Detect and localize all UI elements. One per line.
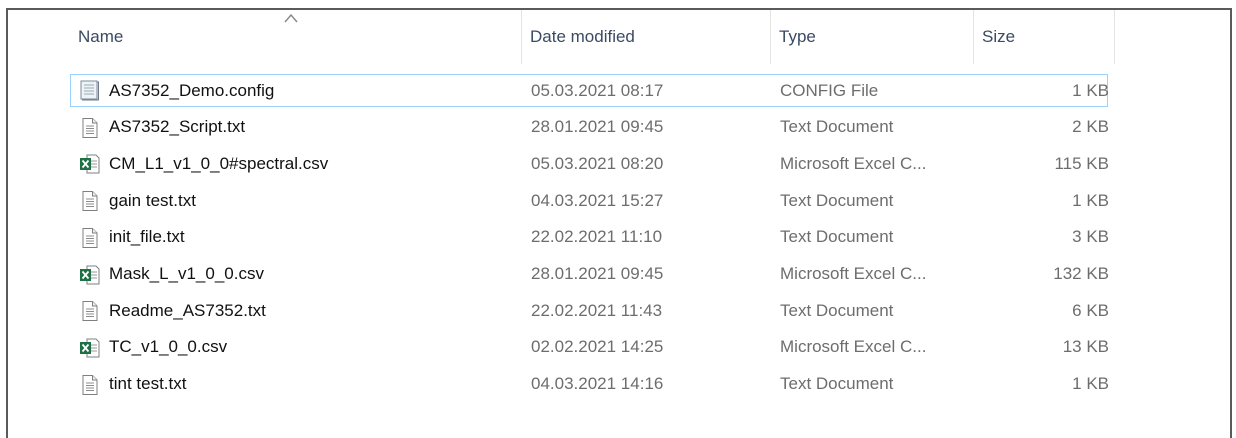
text-document-icon: [79, 374, 101, 396]
file-size: 115 KB: [1054, 153, 1109, 173]
file-date-modified: 22.02.2021 11:43: [531, 300, 663, 320]
text-document-icon: [79, 300, 101, 322]
column-header-type[interactable]: Type: [771, 10, 974, 64]
file-size: 1 KB: [1072, 190, 1109, 210]
file-type: Microsoft Excel C...: [780, 153, 927, 173]
file-date-modified: 04.03.2021 15:27: [531, 190, 664, 210]
file-type: Text Document: [780, 374, 894, 394]
excel-csv-icon: [79, 264, 101, 286]
text-document-icon: [79, 190, 101, 212]
file-row[interactable]: Readme_AS7352.txt 22.02.2021 11:43 Text Do…: [70, 294, 1109, 327]
file-row[interactable]: AS7352_Script.txt 28.01.2021 09:45 Text Do…: [70, 111, 1109, 144]
file-list-pane: Name Date modified Type Size AS7352_Demo…: [6, 8, 1232, 438]
config-file-icon: [79, 80, 101, 102]
file-row[interactable]: TC_v1_0_0.csv 02.02.2021 14:25 Microsoft E…: [70, 331, 1109, 364]
file-date-modified: 28.01.2021 09:45: [531, 264, 664, 283]
file-type: Text Document: [780, 227, 894, 247]
column-header-type-label: Type: [779, 27, 816, 46]
file-type: Text Document: [780, 117, 894, 137]
file-size: 132 KB: [1053, 264, 1109, 283]
file-row[interactable]: gain test.txt 04.03.2021 15:27 Text Docume…: [70, 184, 1109, 217]
excel-csv-icon: [79, 153, 101, 175]
file-row[interactable]: init_file.txt 22.02.2021 11:10 Text Docume…: [70, 221, 1109, 254]
file-name: AS7352_Script.txt: [109, 117, 246, 137]
file-size: 6 KB: [1072, 300, 1109, 320]
excel-csv-icon: [79, 337, 101, 359]
file-size: 13 KB: [1062, 337, 1109, 357]
file-type: Text Document: [780, 190, 894, 210]
file-date-modified: 02.02.2021 14:25: [531, 337, 664, 357]
file-name: TC_v1_0_0.csv: [109, 337, 228, 357]
file-name: gain test.txt: [109, 190, 196, 210]
file-name: CM_L1_v1_0_0#spectral.csv: [109, 153, 329, 173]
file-row[interactable]: Mask_L_v1_0_0.csv 28.01.2021 09:45 Microso…: [70, 258, 1109, 291]
file-row[interactable]: AS7352_Demo.config 05.03.2021 08:17 CONFIG…: [70, 74, 1109, 107]
column-header-date[interactable]: Date modified: [522, 10, 771, 64]
file-row[interactable]: CM_L1_v1_0_0#spectral.csv 05.03.2021 08:2…: [70, 147, 1109, 180]
column-header-bar: Name Date modified Type Size: [8, 10, 1230, 64]
file-name: AS7352_Demo.config: [109, 80, 275, 100]
file-name: tint test.txt: [109, 374, 187, 394]
text-document-icon: [79, 227, 101, 249]
file-date-modified: 05.03.2021 08:17: [531, 80, 664, 100]
column-header-size[interactable]: Size: [974, 10, 1115, 64]
file-date-modified: 05.03.2021 08:20: [531, 153, 664, 173]
file-type: Microsoft Excel C...: [780, 337, 927, 357]
file-type: Text Document: [780, 300, 894, 320]
file-date-modified: 22.02.2021 11:10: [531, 227, 663, 247]
file-row[interactable]: tint test.txt 04.03.2021 14:16 Text Docume…: [70, 368, 1109, 401]
file-size: 1 KB: [1072, 80, 1109, 100]
file-type: Microsoft Excel C...: [780, 264, 927, 283]
file-size: 1 KB: [1072, 374, 1109, 394]
file-date-modified: 28.01.2021 09:45: [531, 117, 664, 137]
column-header-name-label: Name: [78, 27, 124, 46]
column-header-date-label: Date modified: [530, 27, 635, 46]
file-name: init_file.txt: [109, 227, 185, 247]
file-name: Mask_L_v1_0_0.csv: [109, 264, 264, 283]
file-size: 2 KB: [1072, 117, 1109, 137]
file-date-modified: 04.03.2021 14:16: [531, 374, 664, 394]
file-name: Readme_AS7352.txt: [109, 300, 266, 320]
text-document-icon: [79, 117, 101, 139]
sort-ascending-icon: [284, 13, 298, 23]
file-type: CONFIG File: [780, 80, 879, 100]
file-size: 3 KB: [1072, 227, 1109, 247]
column-header-size-label: Size: [982, 27, 1016, 46]
